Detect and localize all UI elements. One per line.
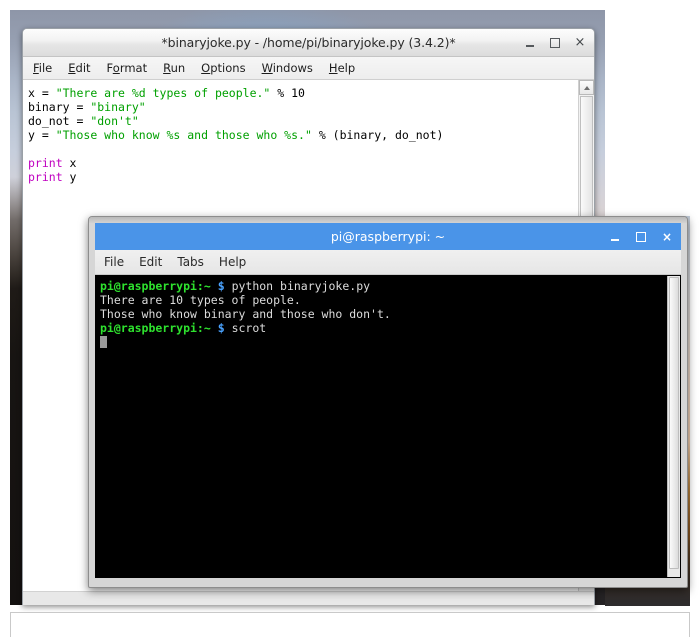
code-token: do_not = [28,114,91,128]
terminal-output: Those who know binary and those who don'… [100,307,391,321]
terminal-command: python binaryjoke.py [224,279,371,293]
scroll-up-arrow-icon[interactable] [579,80,594,95]
idle-statusbar [23,591,594,605]
code-token: "don't" [90,114,139,128]
terminal-menu-item-tabs[interactable]: Tabs [177,255,204,269]
idle-window-title: *binaryjoke.py - /home/pi/binaryjoke.py … [161,35,456,50]
terminal-scrollbar-thumb[interactable] [669,277,679,569]
maximize-icon[interactable] [549,37,561,49]
terminal-command: scrot [224,321,267,335]
code-line: print x [28,156,578,170]
terminal-prompt-dollar: $ [210,279,225,293]
terminal-titlebar[interactable]: pi@raspberrypi: ~ × [95,223,681,250]
maximize-icon[interactable] [635,231,647,243]
terminal-body[interactable]: pi@raspberrypi:~ $ python binaryjoke.py T… [95,275,681,578]
idle-titlebar[interactable]: *binaryjoke.py - /home/pi/binaryjoke.py … [23,29,594,57]
code-token: binary = [28,100,91,114]
code-line: do_not = "don't" [28,114,578,128]
terminal-line: There are 10 types of people. [100,293,667,307]
terminal-menu-item-edit[interactable]: Edit [139,255,162,269]
code-line: x = "There are %d types of people." % 10 [28,86,578,100]
code-token: "Those who know %s and those who %s." [55,128,312,142]
terminal-menu-item-help[interactable]: Help [219,255,246,269]
terminal-menubar: File Edit Tabs Help [95,250,681,275]
menu-accelerator: R [163,61,171,75]
menu-accelerator: o [112,61,120,75]
terminal-cursor [100,336,107,348]
terminal-window-title: pi@raspberrypi: ~ [330,229,446,244]
minimize-icon[interactable] [609,231,621,243]
terminal-output: There are 10 types of people. [100,293,301,307]
menu-accelerator: O [201,61,211,75]
terminal-window-controls: × [609,223,673,250]
code-token: "There are %d types of people." [55,86,271,100]
terminal-window[interactable]: pi@raspberrypi: ~ × File Edit Tabs Help pi@… [88,216,688,588]
code-token: x [62,156,77,170]
terminal-line [100,335,667,349]
code-token: "binary" [90,100,146,114]
code-token: print [28,156,63,170]
code-token: % 10 [270,86,305,100]
code-token: % (binary, do_not) [311,128,444,142]
code-token: y [62,170,77,184]
terminal-menu-item-file[interactable]: File [104,255,124,269]
terminal-screen[interactable]: pi@raspberrypi:~ $ python binaryjoke.py T… [96,276,667,577]
idle-menu-item-options[interactable]: Options [201,61,245,75]
minimize-icon[interactable] [524,37,536,49]
terminal-prompt: pi@raspberrypi:~ [100,279,211,293]
idle-window-controls: × [524,29,586,56]
code-line: y = "Those who know %s and those who %s.… [28,128,578,142]
terminal-prompt: pi@raspberrypi:~ [100,321,211,335]
idle-menu-item-windows[interactable]: Windows [262,61,313,75]
terminal-line: Those who know binary and those who don'… [100,307,667,321]
idle-menubar: File Edit Format Run Options Windows Help [23,57,594,80]
menu-accelerator: F [33,61,39,75]
idle-menu-item-help[interactable]: Help [329,61,355,75]
idle-menu-item-file[interactable]: File [33,61,52,75]
terminal-line: pi@raspberrypi:~ $ python binaryjoke.py [100,279,667,293]
code-token: y = [28,128,56,142]
menu-accelerator: E [68,61,76,75]
close-icon[interactable]: × [661,231,673,243]
idle-menu-item-format[interactable]: Format [107,61,148,75]
code-line: binary = "binary" [28,100,578,114]
bottom-panel-strip [10,612,690,637]
menu-accelerator: H [328,61,338,75]
code-line: print y [28,170,578,184]
terminal-vertical-scrollbar[interactable] [667,276,680,577]
close-icon[interactable]: × [574,36,586,49]
idle-menu-item-run[interactable]: Run [163,61,185,75]
code-token: x = [28,86,56,100]
terminal-prompt-dollar: $ [210,321,225,335]
menu-accelerator: W [261,61,273,75]
code-token: print [28,170,63,184]
idle-menu-item-edit[interactable]: Edit [68,61,90,75]
terminal-line: pi@raspberrypi:~ $ scrot [100,321,667,335]
